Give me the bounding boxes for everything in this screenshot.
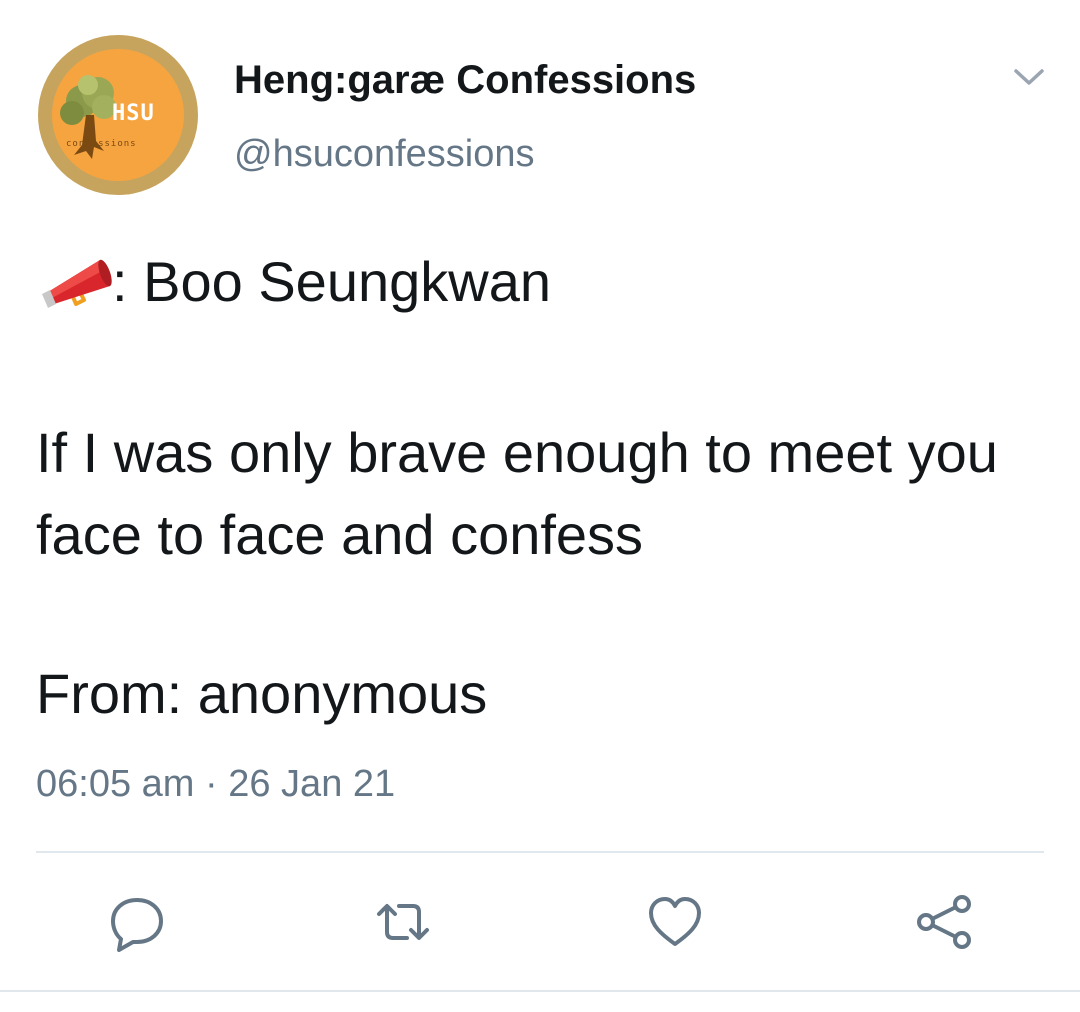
tweet-title: : Boo Seungkwan bbox=[112, 249, 551, 313]
tweet-title-line: : Boo Seungkwan bbox=[36, 246, 551, 316]
retweet-icon bbox=[377, 904, 429, 940]
handle[interactable]: @hsuconfessions bbox=[234, 133, 535, 176]
timestamp-separator: · bbox=[194, 763, 229, 805]
chevron-down-icon[interactable] bbox=[1012, 62, 1046, 92]
tweet-date: 26 Jan 21 bbox=[228, 763, 396, 805]
divider bbox=[36, 851, 1044, 853]
display-name[interactable]: Heng:garæ Confessions bbox=[234, 58, 696, 103]
share-button[interactable] bbox=[914, 892, 974, 952]
avatar[interactable]: HSU confessions bbox=[38, 35, 198, 195]
heart-icon bbox=[649, 897, 701, 946]
megaphone-icon bbox=[42, 259, 112, 308]
avatar-text: HSU bbox=[112, 101, 155, 126]
tweet-time: 06:05 am bbox=[36, 763, 195, 805]
retweet-button[interactable] bbox=[373, 892, 433, 952]
tweet-signature: From: anonymous bbox=[36, 662, 488, 725]
avatar-subtext: confessions bbox=[66, 139, 137, 149]
bottom-divider bbox=[0, 990, 1080, 992]
like-button[interactable] bbox=[645, 892, 705, 952]
reply-button[interactable] bbox=[107, 892, 167, 952]
avatar-logo: HSU confessions bbox=[52, 49, 184, 181]
tweet-timestamp[interactable]: 06:05 am · 26 Jan 21 bbox=[36, 763, 395, 806]
share-icon bbox=[917, 895, 971, 949]
reply-icon bbox=[111, 898, 163, 952]
tweet-body: If I was only brave enough to meet you f… bbox=[36, 421, 998, 566]
